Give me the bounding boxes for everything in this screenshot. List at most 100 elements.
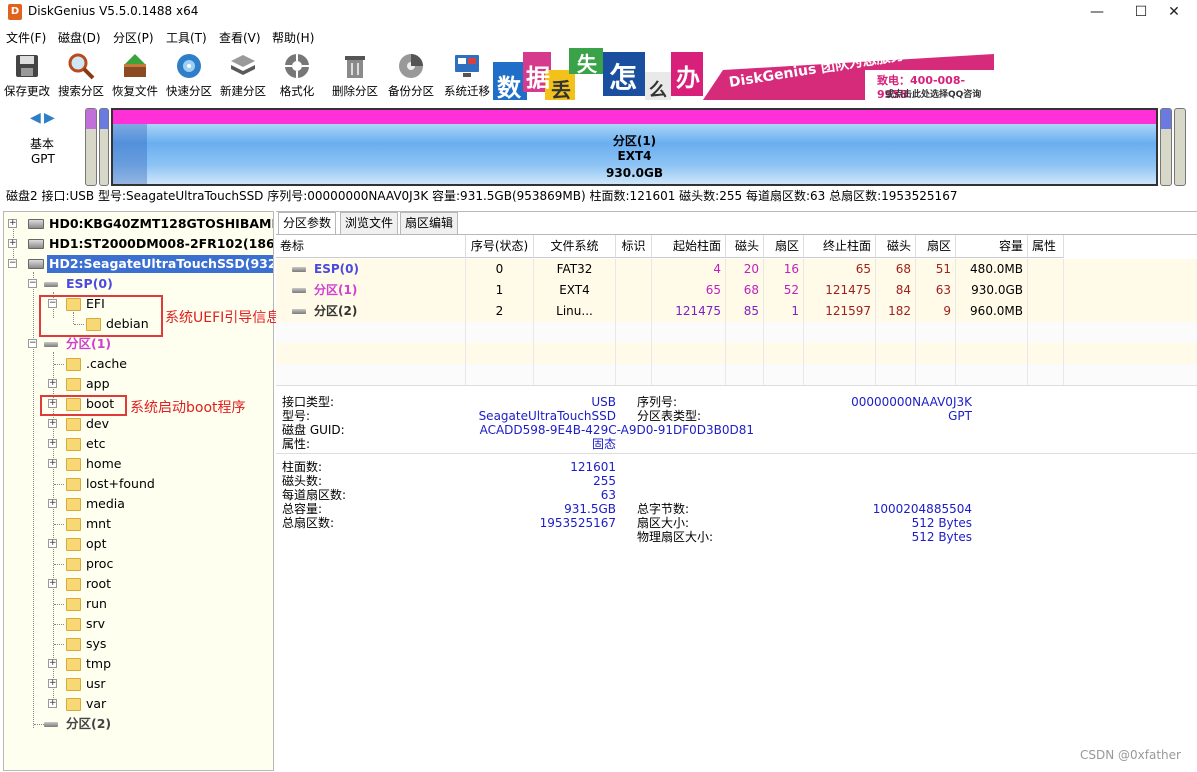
detail-value: GPT [948, 409, 972, 423]
collapse-icon[interactable]: − [8, 259, 17, 268]
close-button[interactable]: ✕ [1151, 0, 1197, 26]
menu-help[interactable]: 帮助(H) [272, 29, 314, 46]
table-cell [726, 364, 764, 385]
title-bar: D DiskGenius V5.5.0.1488 x64 — ☐ ✕ [0, 0, 1197, 26]
menu-disk[interactable]: 磁盘(D) [58, 29, 101, 46]
column-header[interactable]: 文件系统 [534, 235, 616, 258]
detail-label: 接口类型: [282, 395, 335, 409]
format-button[interactable]: 格式化 [270, 46, 324, 102]
delete-partition-button[interactable]: 删除分区 [328, 46, 382, 102]
unallocated-segment[interactable] [99, 108, 109, 186]
expand-icon[interactable]: + [48, 679, 57, 688]
table-cell [764, 364, 804, 385]
table-cell: 4 [652, 259, 726, 280]
detail-value: 00000000NAAV0J3K [851, 395, 972, 409]
banner-char: 据 [526, 64, 550, 92]
column-header[interactable]: 扇区 [764, 235, 804, 258]
table-cell [876, 364, 916, 385]
next-disk-arrow-icon[interactable]: ▶ [44, 110, 55, 126]
menu-partition[interactable]: 分区(P) [113, 29, 154, 46]
expand-icon[interactable]: + [48, 459, 57, 468]
esp-partition-segment[interactable] [85, 108, 97, 186]
table-cell [726, 343, 764, 364]
tab-partition-params[interactable]: 分区参数 [278, 212, 337, 235]
column-header[interactable]: 磁头 [876, 235, 916, 258]
partition-icon [292, 267, 306, 272]
column-header[interactable]: 卷标 [276, 235, 466, 258]
expand-icon[interactable]: + [48, 539, 57, 548]
detail-label: 柱面数: [282, 460, 323, 474]
migrate-icon [455, 55, 479, 77]
detail-value: 255 [593, 474, 616, 488]
prev-disk-arrow-icon[interactable]: ◀ [30, 110, 41, 126]
table-cell: 121475 [652, 301, 726, 322]
expand-icon[interactable]: + [8, 219, 17, 228]
disk-map-area: ◀ ▶ 基本 GPT 分区(1) EXT4 930.0GB [0, 104, 1197, 186]
banner-char: 失 [577, 52, 597, 76]
collapse-icon[interactable]: − [28, 279, 37, 288]
column-header[interactable]: 标识 [616, 235, 652, 258]
backup-partition-button[interactable]: 备份分区 [384, 46, 438, 102]
cell-text: 分区(2) [314, 304, 358, 318]
new-partition-button[interactable]: 新建分区 [216, 46, 270, 102]
recover-files-button[interactable]: 恢复文件 [108, 46, 162, 102]
expand-icon[interactable]: + [48, 419, 57, 428]
expand-icon[interactable]: + [48, 579, 57, 588]
tree-label: sys [86, 636, 107, 651]
column-header[interactable]: 终止柱面 [804, 235, 876, 258]
table-cell [916, 322, 956, 343]
system-migrate-button[interactable]: 系统迁移 [440, 46, 494, 102]
detail-label: 磁盘 GUID: [282, 423, 345, 437]
cell-text: 65 [705, 283, 721, 297]
expand-icon[interactable]: + [48, 439, 57, 448]
expand-icon[interactable]: + [48, 659, 57, 668]
expand-icon[interactable]: + [48, 499, 57, 508]
table-cell: 1 [466, 280, 534, 301]
menu-view[interactable]: 查看(V) [219, 29, 261, 46]
app-icon: D [8, 4, 22, 20]
tab-sector-editor[interactable]: 扇区编辑 [400, 212, 459, 234]
backup-icon [399, 54, 423, 78]
free-space-segment[interactable] [1174, 108, 1186, 186]
folder-icon [66, 518, 81, 531]
tree-label: 分区(2) [66, 716, 112, 731]
quick-partition-button[interactable]: 快速分区 [162, 46, 216, 102]
expand-icon[interactable]: + [8, 239, 17, 248]
table-row[interactable]: ESP(0) 0 FAT32 4 20 16 65 68 51 480.0MB [276, 259, 1197, 280]
collapse-icon[interactable]: − [28, 339, 37, 348]
menu-tools[interactable]: 工具(T) [166, 29, 207, 46]
table-cell: 85 [726, 301, 764, 322]
menu-file[interactable]: 文件(F) [6, 29, 46, 46]
tab-browse-files[interactable]: 浏览文件 [340, 212, 399, 234]
save-changes-button[interactable]: 保存更改 [0, 46, 54, 102]
column-header[interactable]: 序号(状态) [466, 235, 534, 258]
tree-label: dev [86, 416, 110, 431]
expand-icon[interactable]: + [48, 379, 57, 388]
ad-banner[interactable]: 数 据 丢 失 怎 么 办 DiskGenius 团队为您服务 致电：400-0… [493, 48, 994, 100]
table-row[interactable]: 分区(1) 1 EXT4 65 68 52 121475 84 63 930.0GB [276, 280, 1197, 301]
column-header[interactable]: 属性 [1028, 235, 1064, 258]
expand-icon[interactable]: + [48, 699, 57, 708]
column-header[interactable]: 起始柱面 [652, 235, 726, 258]
banner-char: 办 [676, 64, 700, 92]
empty-table-row [276, 322, 1197, 343]
minimize-button[interactable]: — [1074, 0, 1120, 26]
partition2-segment[interactable] [1160, 108, 1172, 186]
banner-qq[interactable]: 或点击此处选择QQ咨询 [885, 87, 981, 100]
table-cell: 63 [916, 280, 956, 301]
banner-char: 丢 [551, 78, 571, 100]
cell-text: Linu... [556, 304, 593, 318]
table-cell: 9 [916, 301, 956, 322]
table-cell: 930.0GB [956, 280, 1028, 301]
partition1-segment[interactable]: 分区(1) EXT4 930.0GB [111, 108, 1158, 186]
column-header[interactable]: 磁头 [726, 235, 764, 258]
detail-label: 型号: [282, 409, 311, 423]
column-header[interactable]: 扇区 [916, 235, 956, 258]
table-cell [956, 322, 1028, 343]
column-header[interactable]: 容量 [956, 235, 1028, 258]
tree-label: etc [86, 436, 106, 451]
table-row[interactable]: 分区(2) 2 Linu... 121475 85 1 121597 182 9 960.0MB [276, 301, 1197, 322]
menu-bar: 文件(F) 磁盘(D) 分区(P) 工具(T) 查看(V) 帮助(H) [0, 26, 1197, 46]
uefi-highlight-box [39, 295, 163, 337]
search-partition-button[interactable]: 搜索分区 [54, 46, 108, 102]
